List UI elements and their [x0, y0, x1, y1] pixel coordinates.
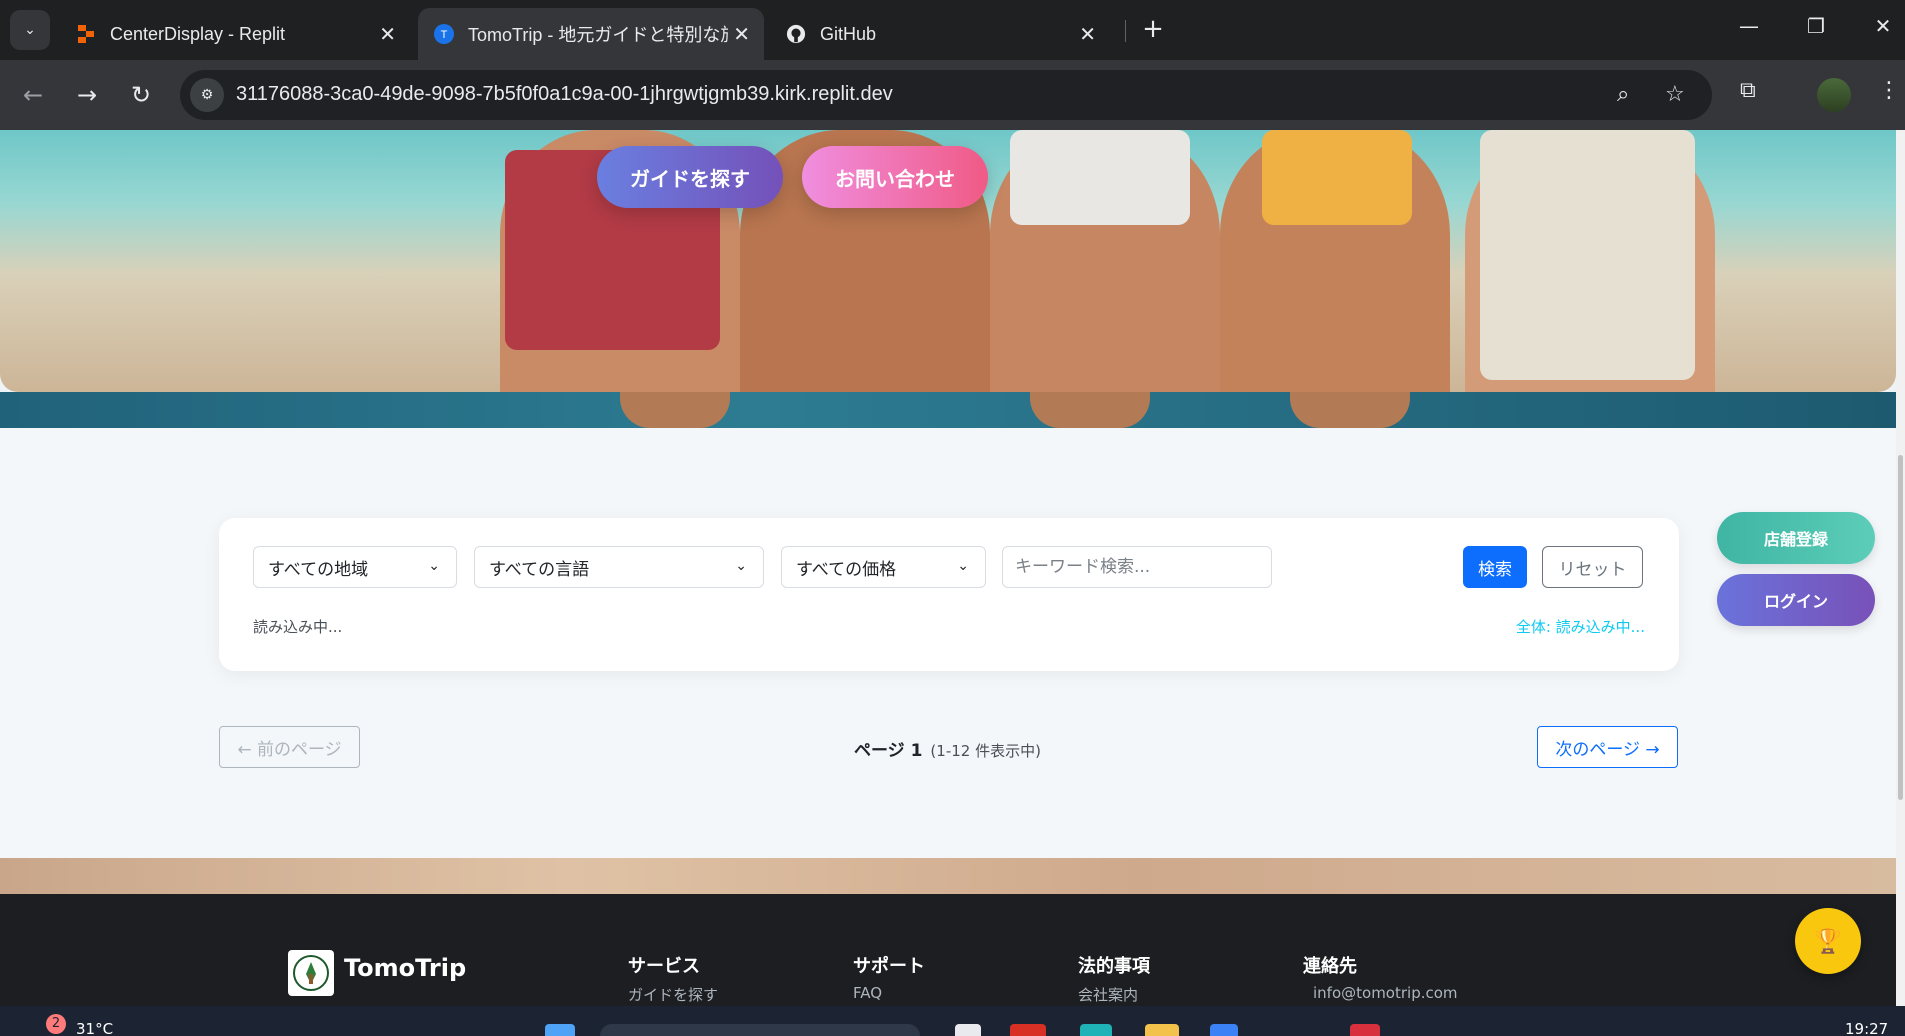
vscode-app-icon[interactable]: [1210, 1024, 1238, 1036]
hero-image: ガイドを探す お問い合わせ: [0, 130, 1896, 392]
footer-services-title: サービス: [628, 956, 700, 977]
os-taskbar: 2 31°C 19:27: [0, 1006, 1905, 1036]
close-window-button[interactable]: ✕: [1868, 14, 1898, 38]
loading-status: 読み込み中...: [253, 618, 343, 636]
hero-figure-swimwear: [1262, 130, 1412, 225]
svg-text:T: T: [441, 29, 448, 41]
total-count-status: 全体: 読み込み中...: [1515, 618, 1645, 636]
chrome-app-icon[interactable]: [1010, 1024, 1046, 1036]
find-guide-button[interactable]: ガイドを探す: [597, 146, 783, 208]
next-page-button[interactable]: 次のページ →: [1537, 726, 1678, 768]
site-info-icon[interactable]: ⚙: [190, 78, 224, 112]
search-button[interactable]: 検索: [1463, 546, 1527, 588]
tab-centerdisplay[interactable]: CenterDisplay - Replit ✕: [60, 8, 410, 60]
new-tab-button[interactable]: +: [1138, 14, 1168, 44]
region-select[interactable]: すべての地域 ⌄: [253, 546, 457, 588]
store-register-button[interactable]: 店舗登録: [1717, 512, 1875, 564]
chevron-down-icon: ⌄: [735, 558, 747, 574]
page-viewport: ガイドを探す お問い合わせ すべての地域 ⌄ すべての言語 ⌄ すべての価格 ⌄…: [0, 130, 1896, 1006]
replit-icon: [76, 24, 96, 44]
language-select-value: すべての言語: [489, 559, 590, 580]
browser-toolbar: ← → ↻ ⚙ 31176088-3ca0-49de-9098-7b5f0f0a…: [0, 60, 1905, 130]
page-range: (1-12 件表示中): [930, 742, 1041, 760]
tomotrip-logo[interactable]: [288, 950, 334, 996]
edge-app-icon[interactable]: [1080, 1024, 1112, 1036]
background-figure: [620, 392, 730, 428]
sponsor-icon: 🏆: [1813, 927, 1843, 955]
tab-tomotrip[interactable]: T TomoTrip - 地元ガイドと特別な旅 ✕: [418, 8, 764, 60]
prev-page-button[interactable]: ← 前のページ: [219, 726, 360, 768]
background-figure: [1030, 392, 1150, 428]
menu-dots-icon[interactable]: ⋮: [1878, 78, 1900, 103]
background-strip: [0, 858, 1896, 894]
page-indicator: ページ 1 (1-12 件表示中): [854, 736, 1041, 761]
scrollbar-thumb[interactable]: [1898, 455, 1903, 800]
background-figure: [1290, 392, 1410, 428]
windows-start-icon[interactable]: [545, 1024, 575, 1036]
close-tab-icon[interactable]: ✕: [379, 22, 396, 47]
restore-button[interactable]: ❐: [1801, 14, 1831, 38]
footer-brand: TomoTrip: [344, 954, 467, 982]
tab-title: CenterDisplay - Replit: [110, 23, 286, 44]
extensions-icon[interactable]: ⧉: [1740, 78, 1756, 103]
address-bar[interactable]: ⚙ 31176088-3ca0-49de-9098-7b5f0f0a1c9a-0…: [180, 70, 1712, 120]
tab-title: GitHub: [820, 23, 877, 44]
footer-contact-email[interactable]: info@tomotrip.com: [1313, 984, 1458, 1002]
chevron-down-icon: ⌄: [957, 558, 969, 574]
weather-temperature[interactable]: 31°C: [76, 1020, 113, 1036]
footer-link-company[interactable]: 会社案内: [1078, 984, 1138, 1005]
bookmark-star-icon[interactable]: ☆: [1665, 82, 1685, 107]
contact-button[interactable]: お問い合わせ: [802, 146, 988, 208]
taskbar-search-box[interactable]: [600, 1024, 920, 1036]
tab-separator: [1125, 20, 1126, 42]
reload-button[interactable]: ↻: [124, 78, 158, 112]
chevron-down-icon: ⌄: [428, 558, 440, 574]
minimize-button[interactable]: —: [1734, 14, 1764, 38]
footer-contact-title: 連絡先: [1303, 956, 1357, 977]
language-select[interactable]: すべての言語 ⌄: [474, 546, 764, 588]
page-number: ページ 1: [854, 741, 923, 761]
hero-figure-swimwear: [1010, 130, 1190, 225]
guide-search-section: すべての地域 ⌄ すべての言語 ⌄ すべての価格 ⌄ 検索 リセット 読み込み中…: [0, 428, 1896, 858]
back-button[interactable]: ←: [16, 78, 50, 112]
footer-link-find-guide[interactable]: ガイドを探す: [628, 984, 718, 1005]
footer-support-title: サポート: [853, 956, 925, 977]
footer-link-faq[interactable]: FAQ: [853, 984, 882, 1002]
filter-card: すべての地域 ⌄ すべての言語 ⌄ すべての価格 ⌄ 検索 リセット 読み込み中…: [219, 518, 1679, 671]
reset-button[interactable]: リセット: [1542, 546, 1643, 588]
weather-notification-badge: 2: [46, 1014, 66, 1034]
tab-title: TomoTrip - 地元ガイドと特別な旅: [468, 25, 728, 45]
footer-legal-title: 法的事項: [1078, 956, 1150, 977]
github-icon: [786, 24, 806, 44]
chevron-down-icon: ⌄: [24, 22, 36, 38]
login-button[interactable]: ログイン: [1717, 574, 1875, 626]
app-icon[interactable]: [1350, 1024, 1380, 1036]
floating-action-button[interactable]: 🏆: [1795, 908, 1861, 974]
hero-figure-shorts: [1480, 130, 1695, 380]
file-explorer-icon[interactable]: [1145, 1024, 1179, 1036]
keyword-search-input[interactable]: [1002, 546, 1272, 588]
background-strip: [0, 392, 1896, 428]
forward-button[interactable]: →: [70, 78, 104, 112]
price-select[interactable]: すべての価格 ⌄: [781, 546, 986, 588]
region-select-value: すべての地域: [268, 559, 369, 580]
close-tab-icon[interactable]: ✕: [1079, 22, 1096, 47]
profile-avatar[interactable]: [1817, 78, 1851, 112]
site-footer: TomoTrip サービス ガイドを探す サポート FAQ 法的事項 会社案内 …: [0, 894, 1896, 1006]
taskbar-clock[interactable]: 19:27: [1845, 1020, 1888, 1036]
task-view-icon[interactable]: [955, 1024, 981, 1036]
browser-tab-bar: ⌄ CenterDisplay - Replit ✕ T TomoTrip - …: [0, 0, 1905, 60]
close-tab-icon[interactable]: ✕: [733, 22, 750, 47]
zoom-icon[interactable]: ⌕: [1617, 82, 1629, 107]
url-text[interactable]: 31176088-3ca0-49de-9098-7b5f0f0a1c9a-00-…: [236, 83, 893, 106]
tomotrip-favicon: T: [434, 24, 454, 44]
tab-github[interactable]: GitHub ✕: [770, 8, 1110, 60]
tab-search-button[interactable]: ⌄: [10, 10, 50, 50]
price-select-value: すべての価格: [796, 559, 897, 580]
